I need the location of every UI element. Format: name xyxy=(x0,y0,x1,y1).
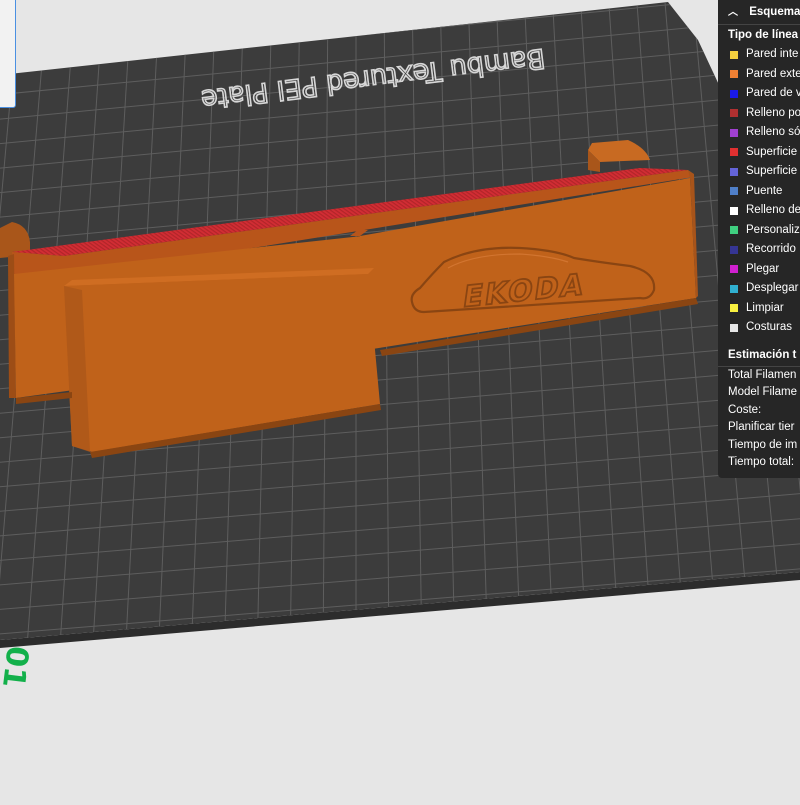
legend-item[interactable]: Superficie xyxy=(718,143,800,163)
legend-item-label: Superficie xyxy=(746,145,798,158)
legend-panel: ︿ Esquema Tipo de línea Pared inte Pared … xyxy=(718,0,800,478)
legend-item-label: Plegar xyxy=(746,262,780,275)
chevron-up-icon[interactable]: ︿ xyxy=(728,1,738,24)
build-plate-scene[interactable]: Bambu Textured PEI Plate 01 EKODA xyxy=(0,0,800,800)
legend-swatch xyxy=(730,148,738,157)
legend-swatch xyxy=(730,206,738,215)
estimation-row: Planificar tier xyxy=(728,421,795,433)
estimation-title: Estimación t xyxy=(718,344,800,367)
legend-swatch xyxy=(730,323,738,332)
legend-item-label: Limpiar xyxy=(746,301,784,314)
legend-item[interactable]: Superficie xyxy=(718,162,800,182)
plate-number: 01 xyxy=(0,644,35,690)
legend-item[interactable]: Pared inte xyxy=(718,45,800,65)
legend-item[interactable]: Limpiar xyxy=(718,299,800,319)
legend-swatch xyxy=(730,70,738,79)
legend-item[interactable]: Pared exte xyxy=(718,65,800,85)
legend-item[interactable]: Pared de v xyxy=(718,84,800,104)
legend-items: Pared inte Pared exte Pared de v Relleno po… xyxy=(718,45,800,338)
legend-item-label: Pared inte xyxy=(746,48,799,60)
line-type-title: Tipo de línea xyxy=(728,29,799,41)
legend-swatch xyxy=(730,167,738,176)
legend-item-label: Recorrido xyxy=(746,243,796,255)
legend-swatch xyxy=(730,109,738,118)
legend-item-label: Relleno só xyxy=(746,126,800,138)
legend-item-label: Costuras xyxy=(746,321,793,333)
legend-swatch xyxy=(730,226,738,235)
selection-box[interactable] xyxy=(0,0,16,108)
estimation-row: Coste: xyxy=(728,403,762,416)
legend-swatch xyxy=(730,304,738,313)
legend-swatch xyxy=(730,50,738,59)
legend-item[interactable]: Relleno só xyxy=(718,123,800,143)
legend-item[interactable]: Relleno de xyxy=(718,201,800,221)
legend-item-label: Personaliz xyxy=(746,223,800,236)
legend-item-label: Desplegar xyxy=(746,282,799,294)
3d-viewport[interactable]: Bambu Textured PEI Plate 01 EKODA xyxy=(0,0,800,800)
legend-swatch xyxy=(730,245,738,254)
legend-item[interactable]: Recorrido xyxy=(718,240,800,260)
legend-item-label: Puente xyxy=(746,184,783,197)
estimation-row: Tiempo total: xyxy=(728,456,795,468)
legend-item[interactable]: Relleno po xyxy=(718,104,800,124)
legend-item[interactable]: Puente xyxy=(718,182,800,202)
legend-header[interactable]: ︿ Esquema xyxy=(718,0,800,25)
legend-item-label: Pared exte xyxy=(746,67,800,80)
estimation-row: Tiempo de im xyxy=(728,438,798,451)
legend-swatch xyxy=(730,89,738,98)
legend-swatch xyxy=(730,265,738,274)
legend-item-label: Relleno po xyxy=(746,106,800,119)
legend-item-label: Relleno de xyxy=(746,204,800,216)
legend-item-label: Superficie xyxy=(746,165,798,177)
legend-swatch xyxy=(730,284,738,293)
legend-item[interactable]: Plegar xyxy=(718,260,800,280)
legend-item[interactable]: Costuras xyxy=(718,318,800,338)
estimation-rows: Total Filamen Model Filame Coste: Planifica… xyxy=(718,367,800,472)
legend-item[interactable]: Desplegar xyxy=(718,279,800,299)
legend-item[interactable]: Personaliz xyxy=(718,221,800,241)
estimation-row: Model Filame xyxy=(728,386,798,398)
legend-swatch xyxy=(730,128,738,137)
legend-swatch xyxy=(730,187,738,196)
estimation-row: Total Filamen xyxy=(728,368,797,381)
legend-item-label: Pared de v xyxy=(746,87,800,99)
legend-header-title: Esquema xyxy=(749,6,800,18)
